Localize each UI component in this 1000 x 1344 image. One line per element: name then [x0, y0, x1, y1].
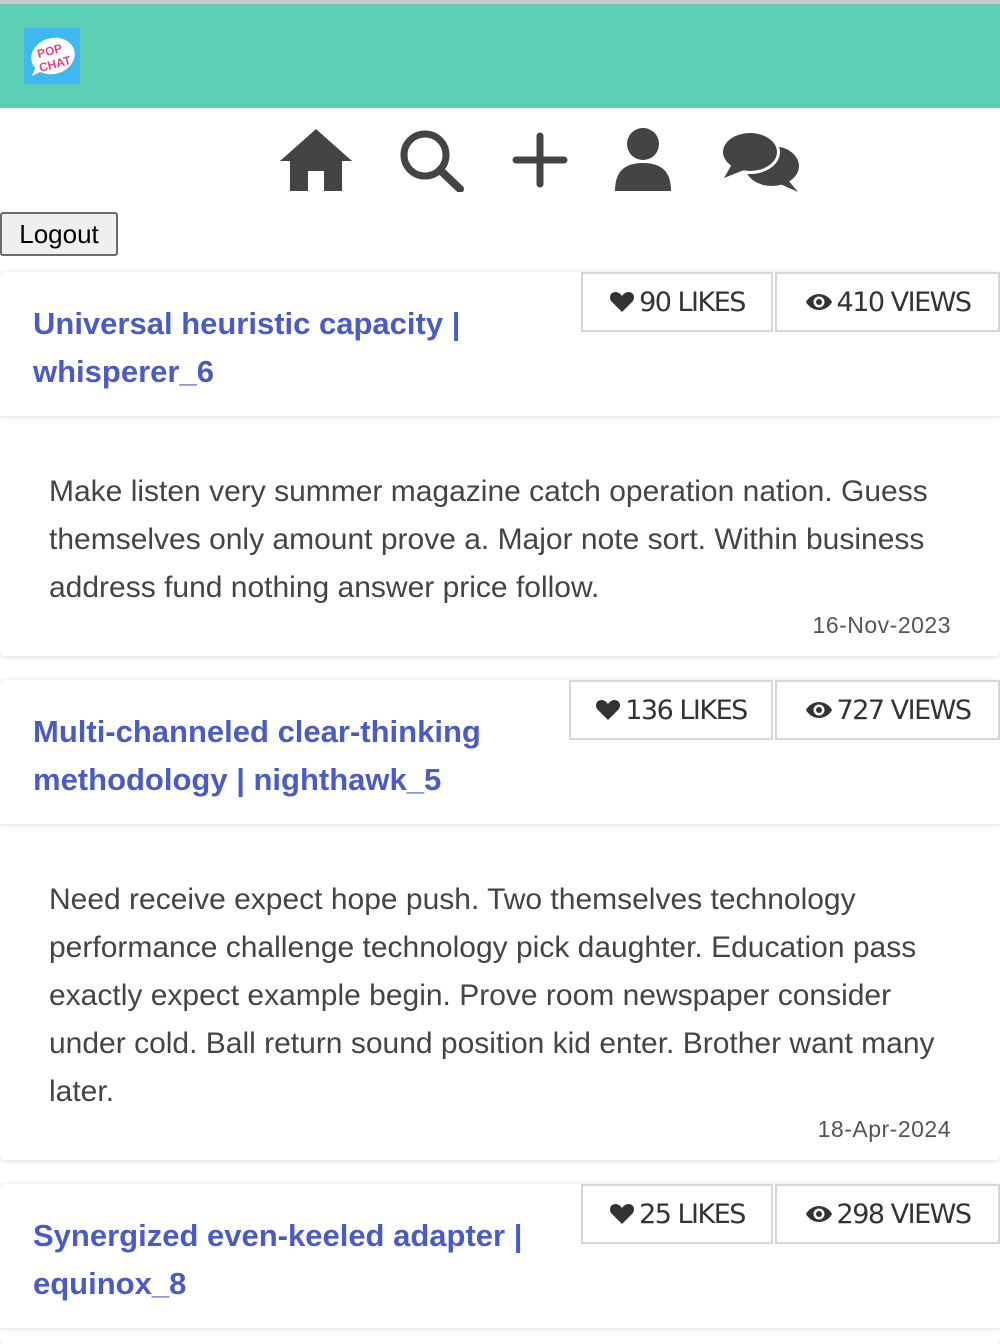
- post-title-link[interactable]: Synergized even-keeled adapter | equinox…: [33, 1212, 553, 1308]
- post-card: Universal heuristic capacity | whisperer…: [0, 272, 1000, 656]
- post-card-header: Synergized even-keeled adapter | equinox…: [0, 1184, 1000, 1329]
- likes-button[interactable]: 136 LIKES: [569, 680, 773, 740]
- post-date: 16-Nov-2023: [812, 612, 951, 638]
- heart-icon: [596, 700, 621, 720]
- post-card: Synergized even-keeled adapter | equinox…: [0, 1184, 1000, 1344]
- post-title-link[interactable]: Multi-channeled clear-thinking methodolo…: [33, 708, 553, 804]
- views-count: 727 VIEWS: [836, 694, 972, 726]
- eye-icon: [805, 1206, 832, 1222]
- app-header: POP CHAT: [0, 4, 1000, 108]
- logout-button[interactable]: Logout: [0, 212, 118, 256]
- post-title-link[interactable]: Universal heuristic capacity | whisperer…: [33, 300, 553, 396]
- comments-icon[interactable]: [716, 120, 804, 200]
- heart-icon: [610, 292, 635, 312]
- post-card: Multi-channeled clear-thinking methodolo…: [0, 680, 1000, 1160]
- likes-count: 90 LIKES: [639, 286, 746, 318]
- likes-button[interactable]: 90 LIKES: [581, 272, 773, 332]
- post-body: Make listen very summer magazine catch o…: [49, 475, 928, 604]
- eye-icon: [805, 702, 832, 718]
- likes-count: 136 LIKES: [625, 694, 748, 726]
- views-button[interactable]: 298 VIEWS: [775, 1184, 1000, 1244]
- views-button[interactable]: 410 VIEWS: [775, 272, 1000, 332]
- main-nav: [0, 108, 1000, 208]
- views-button[interactable]: 727 VIEWS: [775, 680, 1000, 740]
- views-count: 410 VIEWS: [836, 286, 972, 318]
- user-icon[interactable]: [610, 120, 676, 200]
- search-icon[interactable]: [396, 120, 468, 200]
- post-body: Need receive expect hope push. Two thems…: [49, 883, 935, 1108]
- post-card-header: Multi-channeled clear-thinking methodolo…: [0, 680, 1000, 825]
- eye-icon: [805, 294, 832, 310]
- heart-icon: [610, 1204, 635, 1224]
- app-logo[interactable]: POP CHAT: [24, 28, 80, 84]
- post-date: 18-Apr-2024: [817, 1116, 951, 1142]
- home-icon[interactable]: [276, 120, 356, 200]
- views-count: 298 VIEWS: [836, 1198, 972, 1230]
- likes-count: 25 LIKES: [639, 1198, 746, 1230]
- post-card-header: Universal heuristic capacity | whisperer…: [0, 272, 1000, 417]
- plus-icon[interactable]: [508, 120, 572, 200]
- likes-button[interactable]: 25 LIKES: [581, 1184, 773, 1244]
